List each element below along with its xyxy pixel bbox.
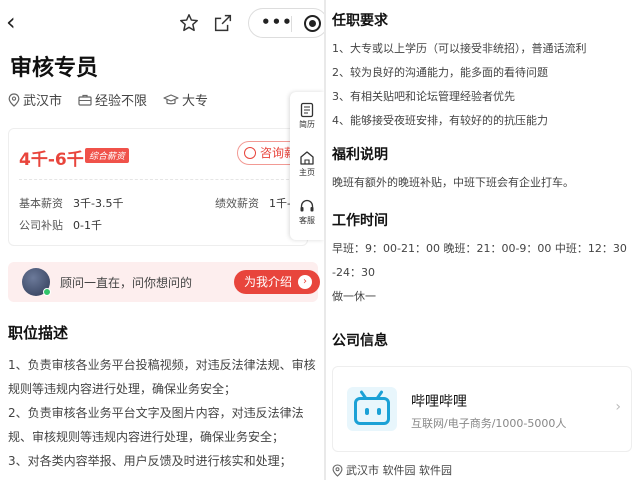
target-icon[interactable]	[304, 15, 321, 32]
bilibili-logo-icon	[347, 387, 397, 431]
logo-tv	[354, 397, 390, 425]
logo-eye-left	[365, 408, 369, 415]
introduce-button-label: 为我介绍	[244, 275, 293, 289]
company-address-text: 武汉市 软件园 软件园	[346, 464, 452, 477]
side-item-home-label: 主页	[299, 168, 315, 177]
page-title: 审核专员	[10, 56, 99, 81]
side-item-resume[interactable]: 简历	[290, 102, 324, 130]
tag-experience-text: 经验不限	[95, 94, 148, 109]
advisor-text: 顾问一直在，问你想问的	[60, 276, 193, 290]
company-name: 哔哩哔哩	[411, 394, 467, 410]
introduce-button[interactable]: 为我介绍 ›	[234, 270, 320, 294]
description-line: 3、对各类内容举报、用户反馈及时进行核实和处理；	[8, 454, 292, 468]
section-title-work-time: 工作时间	[332, 213, 388, 229]
salary-perf-label: 绩效薪资	[215, 197, 259, 210]
salary-subsidy-row: 公司补贴 0-1千	[19, 217, 102, 233]
side-item-resume-label: 简历	[299, 120, 315, 129]
salary-base-label: 基本薪资	[19, 197, 63, 210]
star-icon[interactable]	[178, 12, 200, 34]
salary-divider	[19, 179, 299, 180]
resume-icon	[300, 102, 314, 118]
salary-perf-row: 绩效薪资 1千-	[215, 195, 291, 211]
chevron-right-icon: ›	[615, 399, 621, 415]
side-item-service[interactable]: 客服	[290, 198, 324, 226]
consult-icon	[244, 147, 256, 159]
mini-program-capsule: •••	[248, 8, 324, 38]
requirement-line: 4、能够接受夜班安排，有较好的的抗压能力	[332, 114, 548, 127]
requirement-line: 1、大专或以上学历（可以接受非统招），普通话流利	[332, 42, 587, 55]
job-detail-panel-continued: 任职要求 1、大专或以上学历（可以接受非统招），普通话流利 2、较为良好的沟通能…	[326, 0, 640, 480]
job-detail-panel: ‹ ••• 审核专员 武汉市 经验不限 大专 4千-6千 综合薪资 咨询薪 基本…	[0, 0, 324, 480]
section-title-requirements: 任职要求	[332, 13, 388, 29]
home-icon	[300, 151, 314, 165]
benefit-line: 晚班有额外的晚班补贴，中班下班会有企业打车。	[332, 176, 574, 189]
tag-education-text: 大专	[182, 94, 209, 109]
salary-perf-value: 1千-	[269, 197, 291, 210]
salary-badge: 综合薪资	[85, 148, 130, 163]
side-float-menu: 简历 主页 客服	[290, 92, 324, 240]
salary-card: 4千-6千 综合薪资 咨询薪 基本薪资 3千-3.5千 绩效薪资 1千- 公司补贴 0…	[8, 128, 317, 246]
back-icon[interactable]: ‹	[6, 10, 16, 34]
avatar	[22, 268, 51, 296]
graduation-cap-icon	[163, 93, 179, 104]
salary-subsidy-label: 公司补贴	[19, 219, 63, 232]
salary-subsidy-value: 0-1千	[73, 219, 102, 232]
requirement-line: 3、有相关贴吧和论坛管理经验者优先	[332, 90, 515, 103]
tag-education: 大专	[163, 90, 208, 109]
work-time-line: 做一休一	[332, 290, 376, 303]
section-title-benefits: 福利说明	[332, 147, 388, 163]
capsule-divider	[291, 16, 292, 32]
headset-icon	[300, 199, 314, 212]
job-tags: 武汉市 经验不限 大专	[8, 90, 208, 109]
location-icon	[8, 92, 20, 107]
work-time-line: 早班：9：00-21：00 晚班：21：00-9：00 中班：12：30	[332, 242, 627, 255]
online-dot	[43, 288, 51, 296]
share-icon[interactable]	[212, 12, 234, 34]
description-line: 规、审核规则等违规内容进行处理，确保业务安全；	[8, 430, 285, 444]
location-icon	[332, 463, 343, 477]
work-time-line: -24：30	[332, 266, 375, 279]
top-bar: ‹ •••	[0, 0, 324, 46]
description-line: 规则等违规内容进行处理，确保业务安全；	[8, 382, 237, 396]
logo-eye-right	[377, 408, 381, 415]
side-item-home[interactable]: 主页	[290, 150, 324, 178]
advisor-banner[interactable]: 顾问一直在，问你想问的 为我介绍 ›	[8, 262, 320, 302]
section-title-description: 职位描述	[8, 324, 69, 342]
salary-base-value: 3千-3.5千	[73, 197, 124, 210]
description-line: 1、负责审核各业务平台投稿视频，对违反法律法规、审核	[8, 358, 316, 372]
company-address[interactable]: 武汉市 软件园 软件园	[332, 462, 452, 478]
tag-location: 武汉市	[8, 90, 62, 109]
description-line: 2、负责审核各业务平台文字及图片内容，对违反法律法	[8, 406, 304, 420]
salary-base-row: 基本薪资 3千-3.5千	[19, 195, 123, 211]
briefcase-icon	[78, 94, 92, 106]
side-item-service-label: 客服	[299, 216, 315, 225]
tag-location-text: 武汉市	[23, 94, 63, 109]
more-icon[interactable]: •••	[261, 13, 293, 31]
tag-experience: 经验不限	[78, 90, 147, 109]
company-info: 互联网/电子商务/1000-5000人	[411, 417, 567, 430]
company-card[interactable]: 哔哩哔哩 互联网/电子商务/1000-5000人 ›	[332, 366, 632, 452]
section-title-company: 公司信息	[332, 333, 388, 349]
salary-range: 4千-6千	[19, 150, 84, 170]
arrow-right-icon: ›	[298, 275, 312, 289]
requirement-line: 2、较为良好的沟通能力，能多面的看待问题	[332, 66, 548, 79]
